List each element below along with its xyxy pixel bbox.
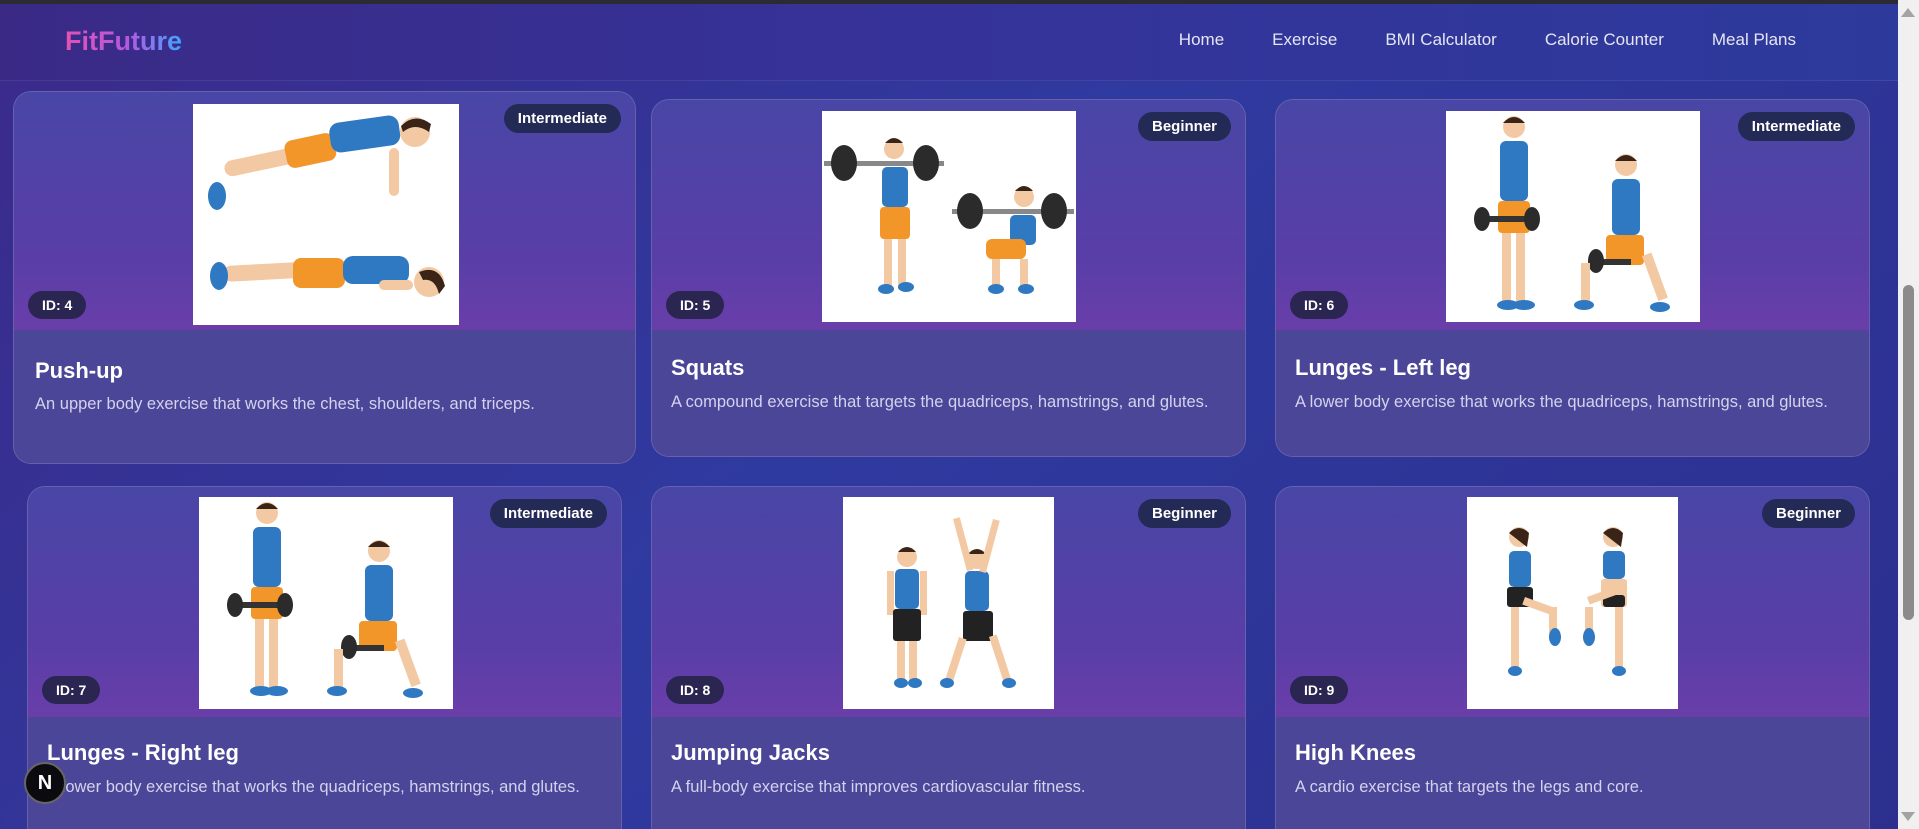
- exercise-title: Push-up: [35, 358, 123, 383]
- push-up-illustration: [193, 104, 459, 325]
- top-navigation-bar: FitFuture Home Exercise BMI Calculator C…: [0, 0, 1898, 81]
- exercise-description: A lower body exercise that works the qua…: [1295, 393, 1828, 411]
- exercise-id-badge: ID: 4: [28, 291, 87, 319]
- exercise-card[interactable]: Beginner ID: 5 Squats A compound exercis…: [651, 99, 1246, 457]
- main-nav: Home Exercise BMI Calculator Calorie Cou…: [1179, 30, 1796, 50]
- exercise-description: An upper body exercise that works the ch…: [35, 395, 535, 413]
- exercise-card[interactable]: Intermediate ID: 6 Lunges - Left leg A l…: [1275, 99, 1870, 457]
- exercise-description: A full-body exercise that improves cardi…: [671, 778, 1086, 796]
- scroll-down-arrow-icon[interactable]: [1901, 812, 1915, 821]
- lunges-illustration: [1446, 111, 1700, 322]
- vertical-scrollbar[interactable]: [1898, 0, 1919, 829]
- exercise-id-badge: ID: 5: [666, 291, 725, 319]
- exercise-title: Lunges - Right leg: [47, 740, 239, 765]
- exercise-title: High Knees: [1295, 740, 1417, 765]
- nav-meal-plans[interactable]: Meal Plans: [1712, 30, 1796, 50]
- scroll-up-arrow-icon[interactable]: [1901, 8, 1915, 17]
- exercise-card[interactable]: Intermediate ID: 4 Push-up An upper body…: [13, 91, 636, 464]
- high-knees-illustration: [1467, 497, 1678, 709]
- squats-illustration: [822, 111, 1076, 322]
- difficulty-badge: Intermediate: [1737, 112, 1855, 141]
- exercise-description: A cardio exercise that targets the legs …: [1295, 778, 1644, 796]
- difficulty-badge: Intermediate: [503, 104, 621, 133]
- floating-n-button[interactable]: N: [24, 762, 66, 804]
- jumping-jacks-illustration: [843, 497, 1054, 709]
- nav-bmi-calculator[interactable]: BMI Calculator: [1385, 30, 1496, 50]
- nav-exercise[interactable]: Exercise: [1272, 30, 1337, 50]
- exercise-title: Jumping Jacks: [671, 740, 830, 765]
- exercise-title: Squats: [671, 355, 745, 380]
- difficulty-badge: Beginner: [1761, 499, 1855, 528]
- exercise-card[interactable]: Beginner ID: 8 Jumping Jacks A full-body…: [651, 486, 1246, 829]
- difficulty-badge: Beginner: [1137, 112, 1231, 141]
- exercise-card[interactable]: Intermediate ID: 7 Lunges - Right leg A …: [27, 486, 622, 829]
- exercise-id-badge: ID: 7: [42, 676, 101, 704]
- difficulty-badge: Intermediate: [489, 499, 607, 528]
- exercise-id-badge: ID: 8: [666, 676, 725, 704]
- app-logo[interactable]: FitFuture: [65, 26, 182, 57]
- nav-calorie-counter[interactable]: Calorie Counter: [1545, 30, 1664, 50]
- exercise-title: Lunges - Left leg: [1295, 355, 1471, 380]
- scrollbar-thumb[interactable]: [1903, 285, 1914, 620]
- lunges-illustration: [199, 497, 453, 709]
- exercise-id-badge: ID: 6: [1290, 291, 1349, 319]
- exercise-id-badge: ID: 9: [1290, 676, 1349, 704]
- nav-home[interactable]: Home: [1179, 30, 1224, 50]
- exercise-card[interactable]: Beginner ID: 9 High Knees A cardio exerc…: [1275, 486, 1870, 829]
- exercise-description: A compound exercise that targets the qua…: [671, 393, 1209, 411]
- difficulty-badge: Beginner: [1137, 499, 1231, 528]
- exercise-description: A lower body exercise that works the qua…: [47, 778, 580, 796]
